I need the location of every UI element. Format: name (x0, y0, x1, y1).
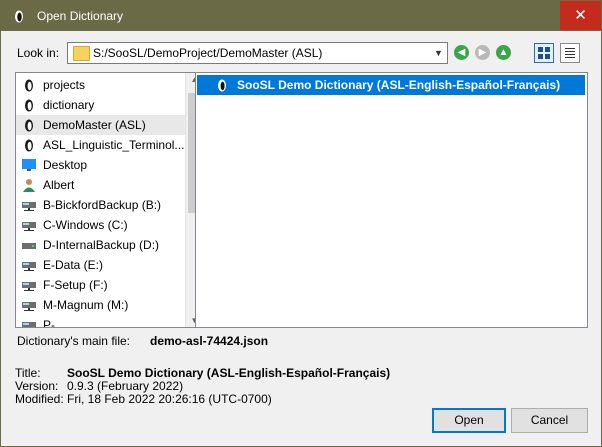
forward-icon[interactable]: ▶ (475, 45, 490, 60)
soosl-icon (25, 119, 33, 132)
sidebar-item-label: F-Setup (F:) (43, 278, 108, 292)
sidebar-item-drive-c[interactable]: C-Windows (C:) (16, 215, 186, 235)
title-value: SooSL Demo Dictionary (ASL-English-Españ… (67, 366, 391, 380)
modified-value: Fri, 18 Feb 2022 20:26:16 (UTC-0700) (67, 392, 272, 406)
sidebar-item-label: B-BickfordBackup (B:) (43, 198, 162, 212)
sidebar-item-label: DemoMaster (ASL) (43, 118, 146, 132)
network-drive-icon (22, 322, 36, 327)
sidebar-item-drive-m[interactable]: M-Magnum (M:) (16, 295, 186, 315)
up-folder-icon[interactable]: ▲ (496, 45, 511, 60)
soosl-icon (218, 79, 226, 92)
sidebar-item-label: dictionary (43, 98, 95, 112)
network-drive-icon (22, 202, 36, 211)
soosl-icon (25, 79, 33, 92)
file-list[interactable]: SooSL Demo Dictionary (ASL-English-Españ… (195, 72, 588, 328)
main-file-label: Dictionary's main file: (17, 334, 130, 348)
file-row-label: SooSL Demo Dictionary (ASL-English-Españ… (237, 78, 561, 92)
sidebar-item-label: projects (43, 78, 86, 92)
sidebar-item-albert[interactable]: Albert (16, 175, 186, 195)
folder-icon (73, 46, 90, 61)
title-label: Title: (15, 366, 41, 380)
main-file-value: demo-asl-74424.json (150, 334, 269, 348)
sidebar-item-asl-linguistic[interactable]: ASL_Linguistic_Terminol... (16, 135, 186, 155)
sidebar-item-projects[interactable]: projects (16, 75, 186, 95)
icon-view-button[interactable] (534, 43, 554, 63)
desktop-icon (22, 159, 36, 171)
soosl-icon (25, 139, 33, 152)
user-icon (23, 179, 35, 192)
sidebar-item-label: M-Magnum (M:) (43, 298, 129, 312)
sidebar-item-drive-e[interactable]: E-Data (E:) (16, 255, 186, 275)
network-drive-icon (22, 262, 36, 271)
back-icon[interactable]: ◀ (454, 45, 469, 60)
sidebar-item-label: P-... (43, 318, 66, 328)
sidebar-item-drive-p[interactable]: P-... (16, 315, 186, 328)
chevron-down-icon[interactable]: ▼ (430, 43, 447, 63)
sidebar-item-dictionary[interactable]: dictionary (16, 95, 186, 115)
sidebar-item-drive-f[interactable]: F-Setup (F:) (16, 275, 186, 295)
look-in-label: Look in: (17, 46, 60, 60)
sidebar[interactable]: projects dictionary DemoMaster (ASL) ASL… (15, 72, 204, 328)
soosl-icon (25, 99, 33, 112)
sidebar-item-drive-b[interactable]: B-BickfordBackup (B:) (16, 195, 186, 215)
sidebar-item-label: ASL_Linguistic_Terminol... (43, 138, 185, 152)
title-bar: Open Dictionary ✕ (0, 0, 602, 31)
open-button[interactable]: Open (432, 408, 506, 433)
look-in-path: S:/SooSL/DemoProject/DemoMaster (ASL) (93, 46, 323, 60)
network-drive-icon (22, 222, 36, 231)
sidebar-item-label: D-InternalBackup (D:) (43, 238, 160, 252)
sidebar-item-label: C-Windows (C:) (43, 218, 128, 232)
cancel-button[interactable]: Cancel (511, 408, 588, 433)
drive-icon (22, 243, 36, 249)
close-button[interactable]: ✕ (560, 1, 601, 30)
network-drive-icon (22, 302, 36, 311)
sidebar-item-label: Albert (43, 178, 75, 192)
sidebar-item-desktop[interactable]: Desktop (16, 155, 186, 175)
version-value: 0.9.3 (February 2022) (67, 379, 184, 393)
soosl-app-icon (15, 10, 23, 23)
sidebar-item-label: Desktop (43, 158, 88, 172)
modified-label: Modified: (15, 392, 64, 406)
file-row[interactable]: SooSL Demo Dictionary (ASL-English-Españ… (197, 75, 585, 95)
window-title: Open Dictionary (37, 9, 124, 23)
version-label: Version: (15, 379, 59, 393)
network-drive-icon (22, 282, 36, 291)
sidebar-item-label: E-Data (E:) (43, 258, 104, 272)
look-in-combobox[interactable]: S:/SooSL/DemoProject/DemoMaster (ASL) ▼ (67, 42, 448, 64)
sidebar-item-drive-d[interactable]: D-InternalBackup (D:) (16, 235, 186, 255)
sidebar-item-demomaster[interactable]: DemoMaster (ASL) (16, 115, 186, 135)
detail-view-button[interactable] (560, 43, 580, 63)
